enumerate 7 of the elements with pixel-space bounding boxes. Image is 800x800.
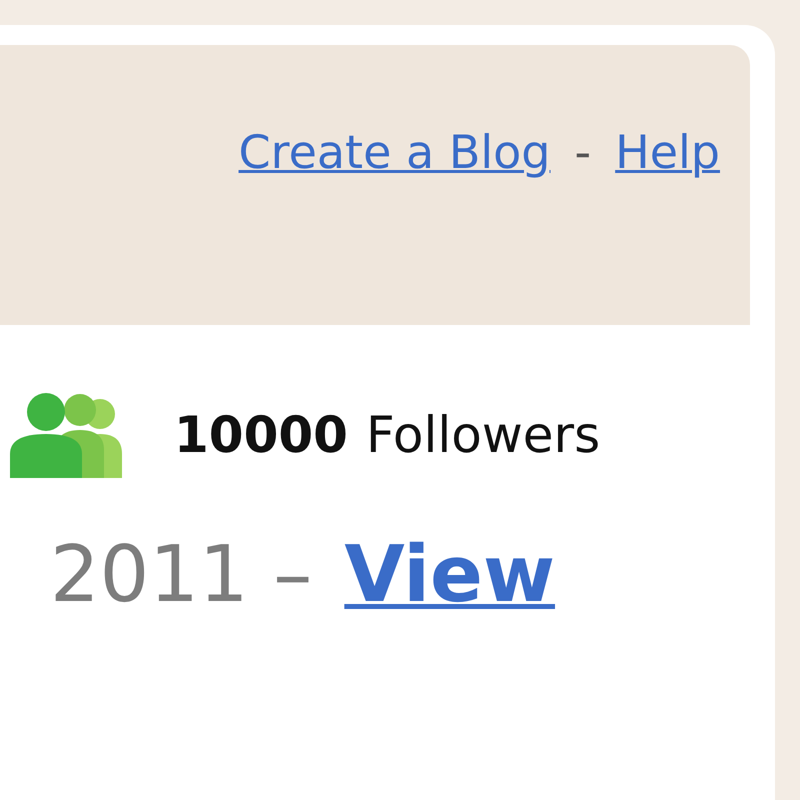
post-date: 2011 – (50, 530, 312, 620)
view-link[interactable]: View (344, 530, 556, 620)
separator: - (574, 125, 592, 179)
header-link[interactable]: Create a Blog (238, 125, 551, 179)
follower-count: 10000 (174, 406, 348, 464)
header-link[interactable]: Help (615, 125, 720, 179)
followers-label: Followers (366, 406, 600, 464)
